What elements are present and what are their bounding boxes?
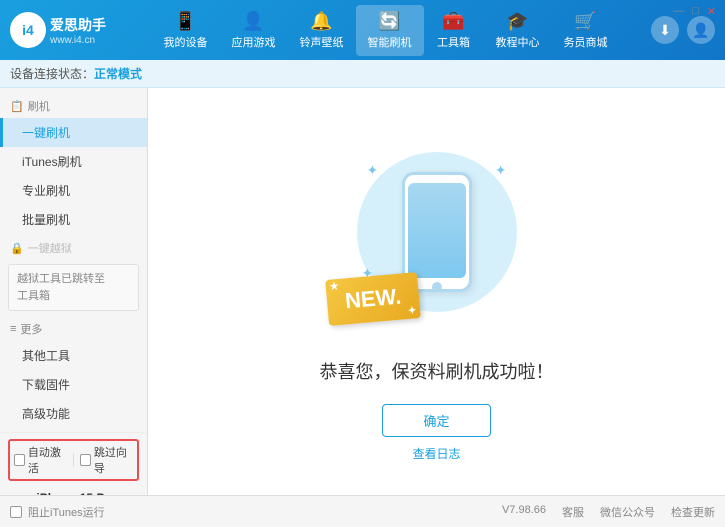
smart-flash-label: 智能刷机 (368, 34, 412, 50)
auto-activate-check-box[interactable] (14, 454, 25, 466)
jailbreak-section-label: 一键越狱 (28, 240, 72, 256)
status-mode: 正常模式 (94, 65, 142, 82)
toolbox-icon: 🧰 (442, 11, 464, 32)
sparkle-icon-2: ✦ (495, 162, 507, 179)
sidebar-download-firmware[interactable]: 下载固件 (0, 370, 147, 399)
tutorial-label: 教程中心 (496, 34, 540, 50)
phone-screen (408, 183, 466, 278)
more-icon: ≡ (10, 323, 16, 335)
auto-activate-label: 自动激活 (28, 444, 67, 476)
nav-tutorial[interactable]: 🎓 教程中心 (484, 5, 552, 56)
wechat-public-link[interactable]: 微信公众号 (600, 504, 655, 520)
app-game-icon: 👤 (242, 11, 264, 32)
other-tools-label: 其他工具 (22, 349, 70, 363)
success-message: 恭喜您，保资料刷机成功啦！ (320, 358, 554, 384)
nav-ringtone[interactable]: 🔔 铃声壁纸 (288, 5, 356, 56)
flash-section-label: 刷机 (28, 98, 50, 114)
view-log-link[interactable]: 查看日志 (412, 445, 460, 462)
logo-sub: www.i4.cn (50, 35, 106, 46)
advanced-label: 高级功能 (22, 407, 70, 421)
logo-main: 爱思助手 (50, 15, 106, 35)
minimize-button[interactable]: — (670, 4, 687, 19)
batch-flash-label: 批量刷机 (22, 213, 70, 227)
sidebar-other-tools[interactable]: 其他工具 (0, 341, 147, 370)
nav-toolbox[interactable]: 🧰 工具箱 (424, 5, 484, 56)
pro-flash-label: 专业刷机 (22, 184, 70, 198)
logo-icon: i4 (10, 12, 46, 48)
itunes-checkbox[interactable] (10, 506, 22, 518)
sidebar-jailbreak-header: 🔒 一键越狱 (0, 234, 147, 260)
itunes-label: 阻止iTunes运行 (28, 504, 105, 520)
nav-smart-flash[interactable]: 🔄 智能刷机 (356, 5, 424, 56)
check-update-link[interactable]: 检查更新 (671, 504, 715, 520)
skip-guide-checkbox[interactable]: 跳过向导 (80, 444, 133, 476)
device-details: iPhone 15 Pro Max 512GB iPhone (36, 491, 139, 495)
more-section-label: 更多 (20, 321, 42, 337)
nav-my-device[interactable]: 📱 我的设备 (152, 5, 220, 56)
lock-icon: 🔒 (10, 242, 24, 255)
customer-service-link[interactable]: 客服 (562, 504, 584, 520)
footer-left: 阻止iTunes运行 (10, 504, 105, 520)
auto-activate-checkbox[interactable]: 自动激活 (14, 444, 67, 476)
sidebar-itunes-flash[interactable]: iTunes刷机 (0, 147, 147, 176)
tutorial-icon: 🎓 (506, 11, 528, 32)
itunes-flash-label: iTunes刷机 (22, 155, 82, 169)
app-game-label: 应用游戏 (232, 34, 276, 50)
logo-symbol: i4 (22, 22, 34, 38)
my-device-label: 我的设备 (164, 34, 208, 50)
success-illustration: ✦ ✦ ✦ NEW. (337, 122, 537, 342)
new-badge: NEW. (325, 272, 421, 326)
smart-flash-icon: 🔄 (378, 11, 400, 32)
device-area: 自动激活 跳过向导 📱 iPhone 15 Pro Max 512GB iPho… (0, 432, 147, 495)
confirm-button[interactable]: 确定 (382, 404, 490, 437)
device-name: iPhone 15 Pro Max (36, 491, 139, 495)
nav-app-game[interactable]: 👤 应用游戏 (220, 5, 288, 56)
nav-bar: 📱 我的设备 👤 应用游戏 🔔 铃声壁纸 🔄 智能刷机 🧰 工具箱 🎓 (120, 5, 651, 56)
sidebar-one-key-flash[interactable]: 一键刷机 (0, 118, 147, 147)
sparkle-icon-1: ✦ (367, 162, 379, 179)
new-badge-text: NEW. (343, 283, 401, 313)
service-label: 务员商城 (564, 34, 608, 50)
sidebar-flash-header: 📋 刷机 (0, 92, 147, 118)
footer: 阻止iTunes运行 V7.98.66 客服 微信公众号 检查更新 (0, 495, 725, 527)
footer-right: V7.98.66 客服 微信公众号 检查更新 (502, 504, 715, 520)
ringtone-icon: 🔔 (310, 11, 332, 32)
one-key-flash-label: 一键刷机 (22, 126, 70, 140)
checkbox-divider (73, 453, 74, 467)
window-controls: — □ ✕ (664, 0, 725, 23)
close-button[interactable]: ✕ (704, 4, 719, 19)
device-info: 📱 iPhone 15 Pro Max 512GB iPhone (8, 487, 139, 495)
sidebar-batch-flash[interactable]: 批量刷机 (0, 205, 147, 234)
status-label: 设备连接状态： (10, 65, 94, 82)
logo-text-group: 爱思助手 www.i4.cn (50, 15, 106, 46)
flash-section-icon: 📋 (10, 100, 24, 113)
sidebar-pro-flash[interactable]: 专业刷机 (0, 176, 147, 205)
auto-activate-row: 自动激活 跳过向导 (8, 439, 139, 481)
version-label: V7.98.66 (502, 504, 546, 520)
sidebar: 📋 刷机 一键刷机 iTunes刷机 专业刷机 批量刷机 🔒 一键越狱 越狱工具… (0, 88, 148, 495)
phone-home-button (432, 282, 442, 292)
restore-button[interactable]: □ (689, 4, 702, 19)
logo: i4 爱思助手 www.i4.cn (10, 12, 120, 48)
notice-text: 越狱工具已跳转至工具箱 (17, 273, 105, 302)
sidebar-notice: 越狱工具已跳转至工具箱 (8, 264, 139, 311)
my-device-icon: 📱 (174, 11, 196, 32)
nav-service[interactable]: 🛒 务员商城 (552, 5, 620, 56)
main-layout: 📋 刷机 一键刷机 iTunes刷机 专业刷机 批量刷机 🔒 一键越狱 越狱工具… (0, 88, 725, 495)
skip-guide-label: 跳过向导 (94, 444, 133, 476)
header: i4 爱思助手 www.i4.cn 📱 我的设备 👤 应用游戏 🔔 铃声壁纸 🔄 (0, 0, 725, 60)
toolbox-label: 工具箱 (437, 34, 470, 50)
skip-guide-check-box[interactable] (80, 454, 91, 466)
service-icon: 🛒 (574, 11, 596, 32)
main-content: ✦ ✦ ✦ NEW. 恭喜您，保资料刷机成功啦！ 确定 查看日志 (148, 88, 725, 495)
status-bar: 设备连接状态： 正常模式 (0, 60, 725, 88)
ringtone-label: 铃声壁纸 (300, 34, 344, 50)
sidebar-advanced[interactable]: 高级功能 (0, 399, 147, 428)
download-firmware-label: 下载固件 (22, 378, 70, 392)
sidebar-more-header: ≡ 更多 (0, 315, 147, 341)
